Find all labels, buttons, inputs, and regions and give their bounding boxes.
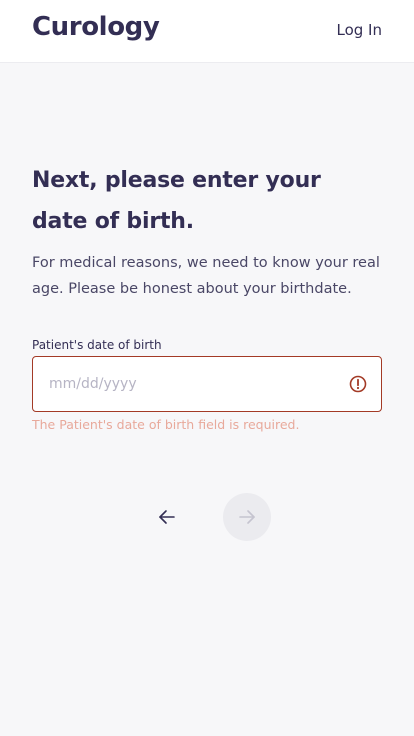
next-button[interactable]	[223, 493, 271, 541]
page-title: Next, please enter your date of birth.	[32, 168, 321, 234]
page-description: For medical reasons, we need to know you…	[32, 255, 380, 297]
dob-field	[32, 356, 382, 412]
error-icon	[349, 375, 367, 393]
back-button[interactable]	[143, 493, 191, 541]
top-header: Curology Log In	[0, 0, 414, 63]
dob-field-label: Patient's date of birth	[32, 338, 162, 352]
arrow-left-icon	[159, 510, 175, 524]
arrow-right-icon	[239, 510, 255, 524]
dob-error-message: The Patient's date of birth field is req…	[32, 417, 300, 432]
login-link[interactable]: Log In	[337, 21, 383, 39]
dob-input[interactable]	[33, 357, 333, 411]
curology-logo[interactable]: Curology	[32, 12, 160, 42]
